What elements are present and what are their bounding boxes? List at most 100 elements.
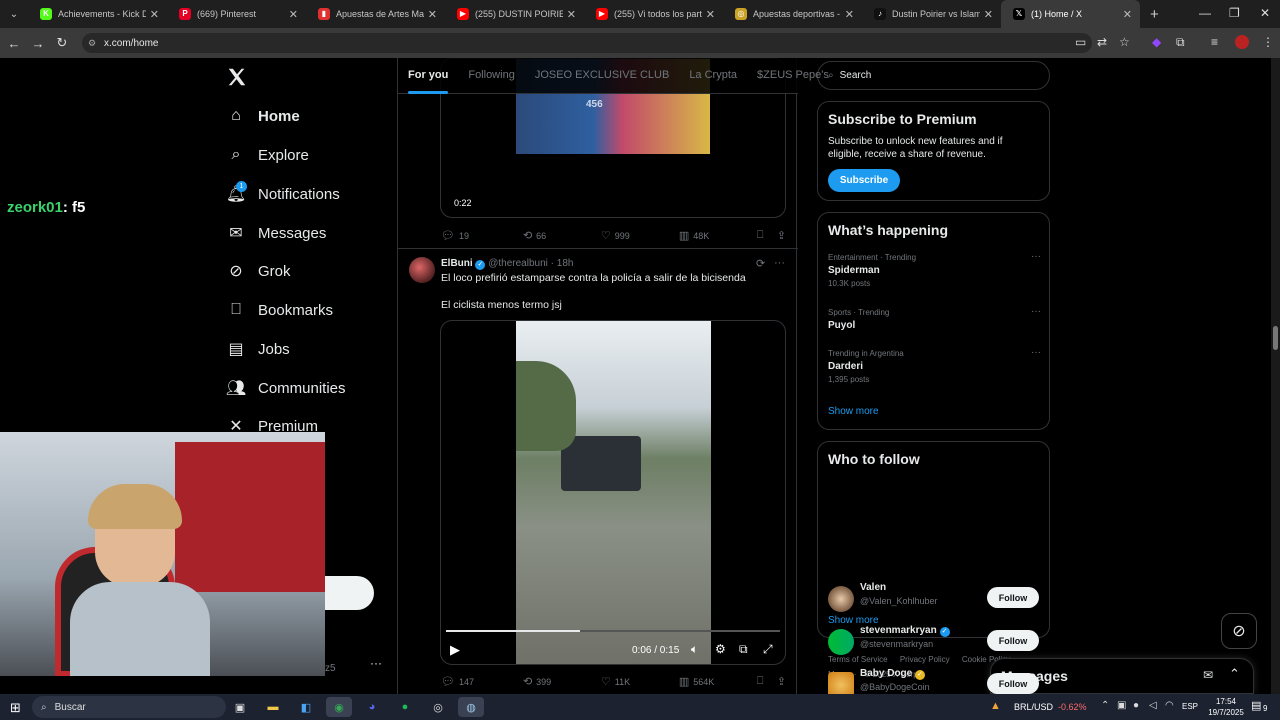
browser-tab[interactable]: ▶ (255) Vi todos los partido ✕ [584,0,723,28]
spotify-icon[interactable]: ● [392,697,418,717]
microphone-icon[interactable]: ● [1133,700,1139,711]
bookmark-button[interactable]: ⎕ [757,675,777,688]
browser-tab[interactable]: ▶ (255) DUSTIN POIRIER BE ✕ [445,0,584,28]
follow-button[interactable]: Follow [987,587,1039,608]
close-tab-icon[interactable]: ✕ [1123,8,1132,21]
close-tab-icon[interactable]: ✕ [150,8,159,21]
timeline-tab[interactable]: La Crypta [679,58,747,94]
reply-button[interactable]: 💬︎ 147 [441,675,523,688]
address-bar[interactable]: ⚙ x.com/home [82,33,1092,53]
post-more-icon[interactable]: ··· [774,257,785,269]
sidebar-item-communities[interactable]: 👥︎ Communities [226,373,346,403]
tray-app-icon[interactable]: ▣ [1117,700,1126,711]
new-tab-button[interactable]: + [1150,6,1159,23]
follow-suggestion-name[interactable]: stevenmarkryan ✓ [860,625,950,637]
reload-button[interactable]: ↻ [50,35,74,51]
trend-more-icon[interactable]: ··· [1031,347,1041,358]
fullscreen-icon[interactable]: ⤢ [763,642,773,657]
sidebar-item-grok[interactable]: ⊘ Grok [226,256,290,286]
back-button[interactable]: ← [2,36,26,51]
reply-button[interactable]: 💬︎ 19 [441,229,523,242]
repost-button[interactable]: ⟲ 66 [523,229,601,242]
reading-list-icon[interactable]: ≡ [1211,35,1218,49]
sidebar-item-bookmarks[interactable]: ⎕ Bookmarks [226,295,333,325]
tray-overflow-icon[interactable]: ⌃ [1101,700,1109,711]
share-button[interactable]: ⇪ [777,675,786,688]
close-tab-icon[interactable]: ✕ [984,8,993,21]
close-tab-icon[interactable]: ✕ [567,8,576,21]
account-handle-fragment[interactable]: z5 [325,663,336,674]
account-more-icon[interactable]: ··· [370,656,382,670]
settings-gear-icon[interactable]: ⚙ [715,642,726,656]
views-button[interactable]: ▥ 48K [679,229,757,242]
sidebar-item-notifications[interactable]: 🔔︎ 1 Notifications [226,179,340,209]
extensions-icon[interactable]: ⧉ [1176,35,1185,50]
privacy-link[interactable]: Privacy Policy [900,655,950,664]
browser-tab[interactable]: P (669) Pinterest ✕ [167,0,306,28]
browser-menu-icon[interactable]: ⋮ [1262,35,1274,49]
browser-tab[interactable]: ◎ Apuestas deportivas - On ✕ [723,0,862,28]
views-button[interactable]: ▥ 564K [679,675,757,688]
trend-more-icon[interactable]: ··· [1031,306,1041,317]
post2-avatar[interactable] [409,257,435,283]
wifi-icon[interactable]: ◠ [1165,700,1174,711]
new-message-icon[interactable]: ✉ [1203,668,1213,682]
play-icon[interactable]: ▶ [450,642,460,658]
terms-link[interactable]: Terms of Service [828,655,888,664]
translate-icon[interactable]: ⇄ [1097,35,1107,49]
volume-icon[interactable]: 🔈︎ [691,642,698,657]
follow-suggestion-avatar[interactable] [828,629,854,655]
like-button[interactable]: ♡ 999 [601,229,679,242]
close-window-button[interactable]: ✕ [1260,6,1270,20]
forward-button[interactable]: → [26,36,50,51]
expand-drawer-icon[interactable]: ⌃ [1229,666,1240,682]
follow-suggestion-avatar[interactable] [828,586,854,612]
obs-icon[interactable]: ◎ [425,697,451,717]
timeline-tab[interactable]: For you [398,58,458,94]
clock[interactable]: 17:54 19/7/2025 [1206,696,1246,718]
timeline-tab[interactable]: $ZEUS Pepe's [747,58,839,94]
notification-center-icon[interactable]: ▤ [1251,699,1261,712]
timeline-tab[interactable]: JOSEO EXCLUSIVE CLUB [525,58,680,94]
follow-suggestion-name[interactable]: Valen [860,582,886,593]
trend-item[interactable]: Sports · Trending Puyol ··· [828,306,1041,334]
discord-icon[interactable]: ◕ [359,697,385,717]
bookmark-button[interactable]: ⎕ [757,229,777,242]
follow-button[interactable]: Follow [987,673,1039,694]
sidebar-item-home[interactable]: ⌂ Home [226,101,300,131]
browser-tab[interactable]: ▮ Apuestas de Artes Marcia ✕ [306,0,445,28]
post2-video[interactable]: ▶ 0:06 / 0:15 🔈︎ ⚙ ⧉ ⤢ [440,320,786,665]
language-indicator[interactable]: ESP [1182,702,1198,711]
follow-suggestion-avatar[interactable] [828,672,854,694]
close-tab-icon[interactable]: ✕ [428,8,437,21]
site-info-icon[interactable]: ⚙ [88,38,96,49]
store-icon[interactable]: ◧ [293,697,319,717]
windows-start-icon[interactable]: ⊞ [10,700,21,716]
task-view-icon[interactable]: ▣ [227,697,253,717]
cast-icon[interactable]: ▭ [1075,35,1086,49]
trend-item[interactable]: Entertainment · Trending Spiderman 10.3K… [828,251,1041,288]
tab-search-chevron-icon[interactable]: ⌄ [0,9,28,20]
browser-tab[interactable]: 𝕏 (1) Home / X ✕ [1001,0,1140,28]
timeline-tab[interactable]: Following [458,58,524,94]
browser-tab[interactable]: ♪ Dustin Poirier vs Islam M ✕ [862,0,1001,28]
close-tab-icon[interactable]: ✕ [845,8,854,21]
follow-suggestion-name[interactable]: Baby Doge ✓ [860,668,926,680]
scrollbar-thumb[interactable] [1273,326,1278,350]
like-button[interactable]: ♡ 11K [601,675,679,688]
close-tab-icon[interactable]: ✕ [289,8,298,21]
maximize-button[interactable]: ❐ [1229,6,1240,20]
grok-icon[interactable]: ⟳ [756,257,765,270]
chrome-icon[interactable]: ◉ [326,697,352,717]
grok-floating-button[interactable]: ⊘ [1221,613,1257,649]
currency-pair[interactable]: BRL/USD [1014,702,1053,712]
repost-button[interactable]: ⟲ 399 [523,675,601,688]
x-logo-icon[interactable] [226,66,248,88]
extension-twitch-icon[interactable]: ◆ [1152,35,1161,49]
taskbar-search[interactable]: ⌕ Buscar [32,696,226,718]
speaker-icon[interactable]: ◁ [1149,700,1157,711]
star-icon[interactable]: ☆ [1119,35,1130,49]
post2-author[interactable]: ElBuni [441,258,473,269]
sidebar-item-jobs[interactable]: ▤ Jobs [226,334,289,364]
file-explorer-icon[interactable]: ▬ [260,697,286,717]
